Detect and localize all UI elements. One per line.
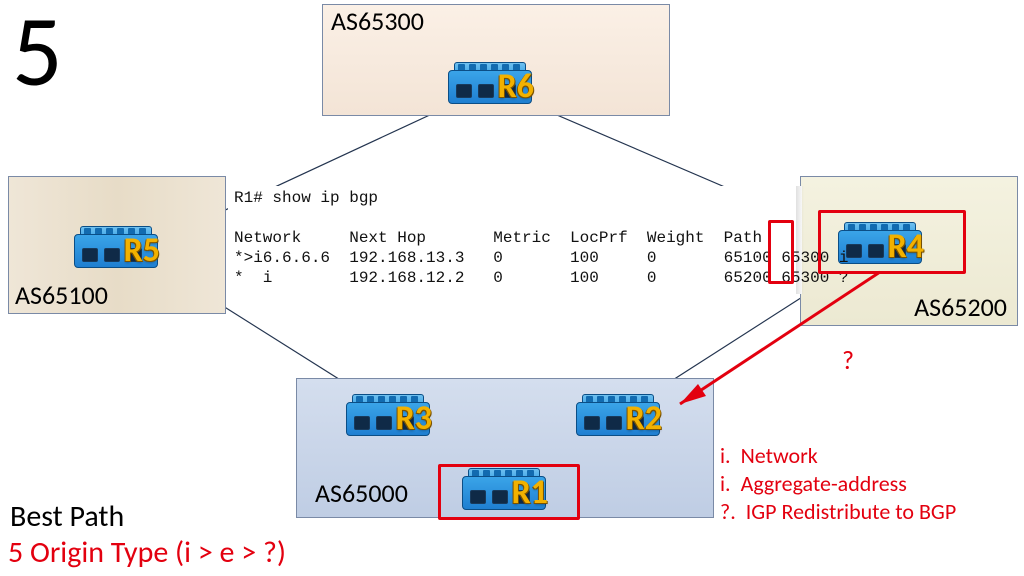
router-label: R1 xyxy=(512,472,548,513)
router-label: R2 xyxy=(626,398,662,439)
router-label: R6 xyxy=(498,66,534,107)
router-label: R3 xyxy=(396,398,432,439)
router-r4: R4 xyxy=(838,222,920,262)
as-label: AS65200 xyxy=(914,291,1007,323)
question-mark: ? xyxy=(842,344,854,376)
footer-title: Best Path xyxy=(10,498,124,535)
cli-headers: Network Next Hop Metric LocPrf Weight Pa… xyxy=(234,229,762,247)
cli-row: * i 192.168.12.2 0 100 0 65200 65300 ? xyxy=(234,269,849,287)
cli-output: R1# show ip bgp Network Next Hop Metric … xyxy=(228,186,802,294)
legend-code: i. xyxy=(720,442,731,470)
as-label: AS65000 xyxy=(315,477,408,509)
router-label: R5 xyxy=(124,230,160,271)
legend-row: ?. IGP Redistribute to BGP xyxy=(720,498,956,526)
router-r2: R2 xyxy=(576,394,658,434)
cli-prompt: R1# show ip bgp xyxy=(234,189,378,207)
legend-text: Network xyxy=(741,442,818,470)
router-r6: R6 xyxy=(448,62,530,102)
legend-text: Aggregate-address xyxy=(741,470,907,498)
router-r3: R3 xyxy=(346,394,428,434)
origin-legend: i. Network i. Aggregate-address ?. IGP R… xyxy=(720,442,956,526)
legend-row: i. Aggregate-address xyxy=(720,470,956,498)
slide-number: 5 xyxy=(12,0,63,112)
cli-row: *>i6.6.6.6 192.168.13.3 0 100 0 65100 65… xyxy=(234,249,849,267)
router-r5: R5 xyxy=(74,226,156,266)
router-label: R4 xyxy=(888,226,924,267)
as-label: AS65300 xyxy=(331,5,424,37)
legend-text: IGP Redistribute to BGP xyxy=(746,498,956,526)
legend-row: i. Network xyxy=(720,442,956,470)
legend-code: ?. xyxy=(720,498,736,526)
as-label: AS65100 xyxy=(15,279,108,311)
legend-code: i. xyxy=(720,470,731,498)
footer-subtitle: 5 Origin Type (i > e > ?) xyxy=(8,534,286,571)
router-r1: R1 xyxy=(462,468,544,508)
shadow xyxy=(796,186,804,294)
